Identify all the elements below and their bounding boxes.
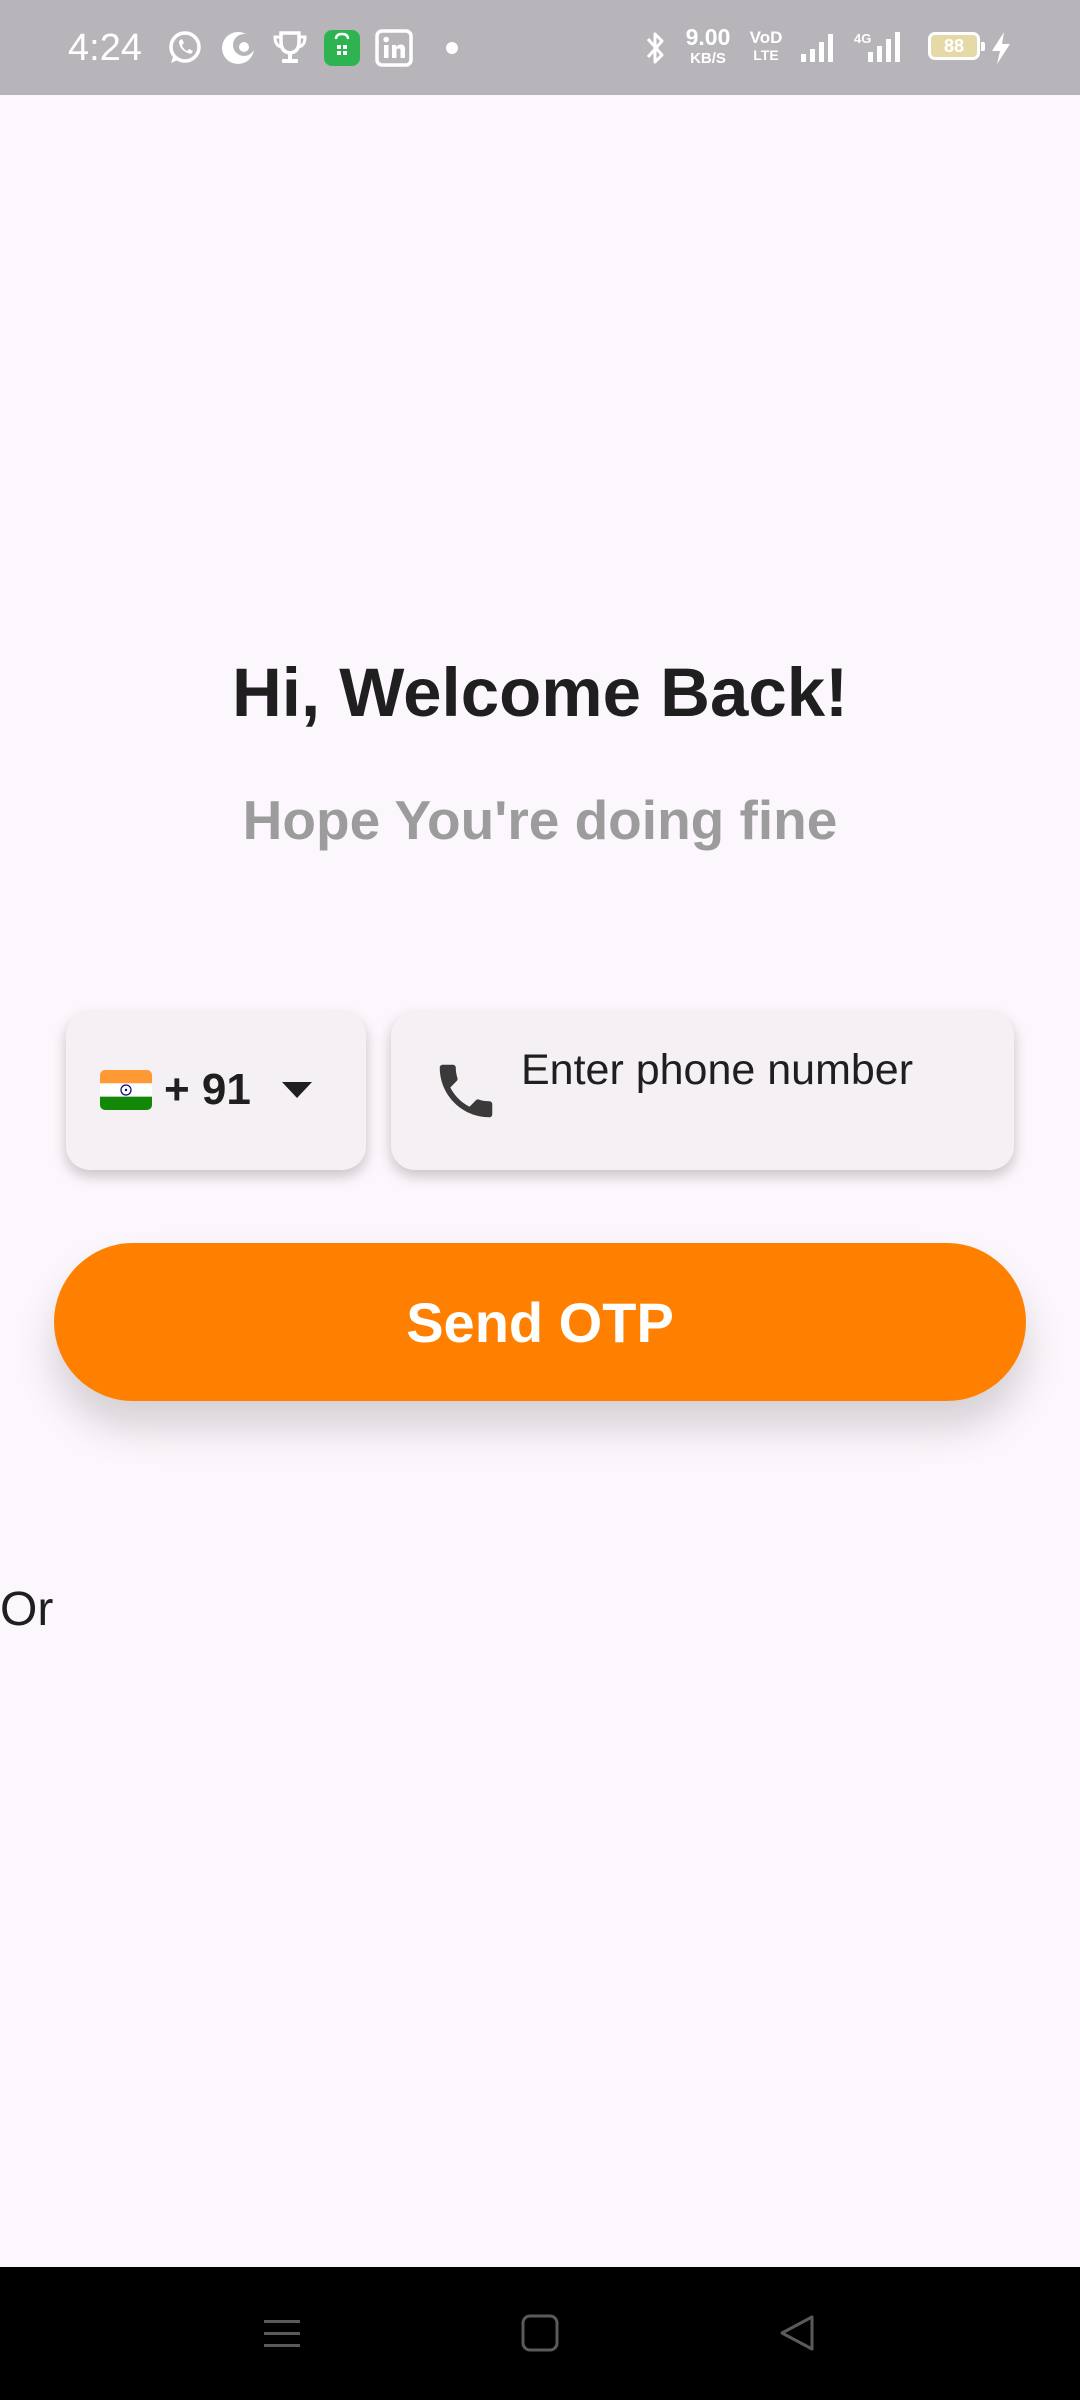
signal-4g-icon: 4G xyxy=(852,28,904,68)
signal-strength-icon xyxy=(798,28,838,68)
volte-indicator: VoD LTE xyxy=(746,29,786,62)
network-type-label: 4G xyxy=(854,31,871,46)
back-icon[interactable] xyxy=(768,2303,828,2363)
volte-top-label: VoD xyxy=(749,28,783,47)
shopping-bag-icon xyxy=(322,28,362,68)
menu-icon[interactable] xyxy=(252,2303,312,2363)
whatsapp-icon xyxy=(165,28,205,68)
or-divider-text: Or xyxy=(0,1583,54,1636)
phone-number-field[interactable] xyxy=(391,1012,1014,1170)
moon-app-icon xyxy=(218,28,258,68)
charging-icon xyxy=(988,28,1014,68)
battery-level: 88 xyxy=(943,36,965,56)
battery-icon: 88 xyxy=(928,32,985,60)
bluetooth-icon xyxy=(640,28,670,68)
status-bar: 4:24 9.00 KB/S VoD LTE 4G 88 xyxy=(0,0,1080,95)
linkedin-icon xyxy=(374,28,414,68)
navigation-bar xyxy=(0,2267,1080,2400)
volte-bottom-label: LTE xyxy=(753,47,779,63)
dot-icon xyxy=(442,28,462,68)
status-time: 4:24 xyxy=(68,27,142,69)
country-code-picker[interactable]: + 91 xyxy=(66,1012,366,1170)
network-speed: 9.00 KB/S xyxy=(678,24,738,67)
home-icon[interactable] xyxy=(510,2303,570,2363)
welcome-title: Hi, Welcome Back! xyxy=(231,654,849,731)
network-speed-unit: KB/S xyxy=(690,50,726,67)
phone-icon xyxy=(431,1056,501,1126)
welcome-subtitle: Hope You're doing fine xyxy=(242,789,838,851)
send-otp-button[interactable]: Send OTP xyxy=(54,1243,1026,1401)
network-speed-value: 9.00 xyxy=(685,24,731,50)
phone-number-input[interactable] xyxy=(521,1040,991,1100)
dial-code: + 91 xyxy=(164,1065,251,1114)
india-flag-icon xyxy=(100,1070,152,1110)
trophy-icon xyxy=(270,28,310,68)
dropdown-arrow-icon xyxy=(280,1077,314,1103)
